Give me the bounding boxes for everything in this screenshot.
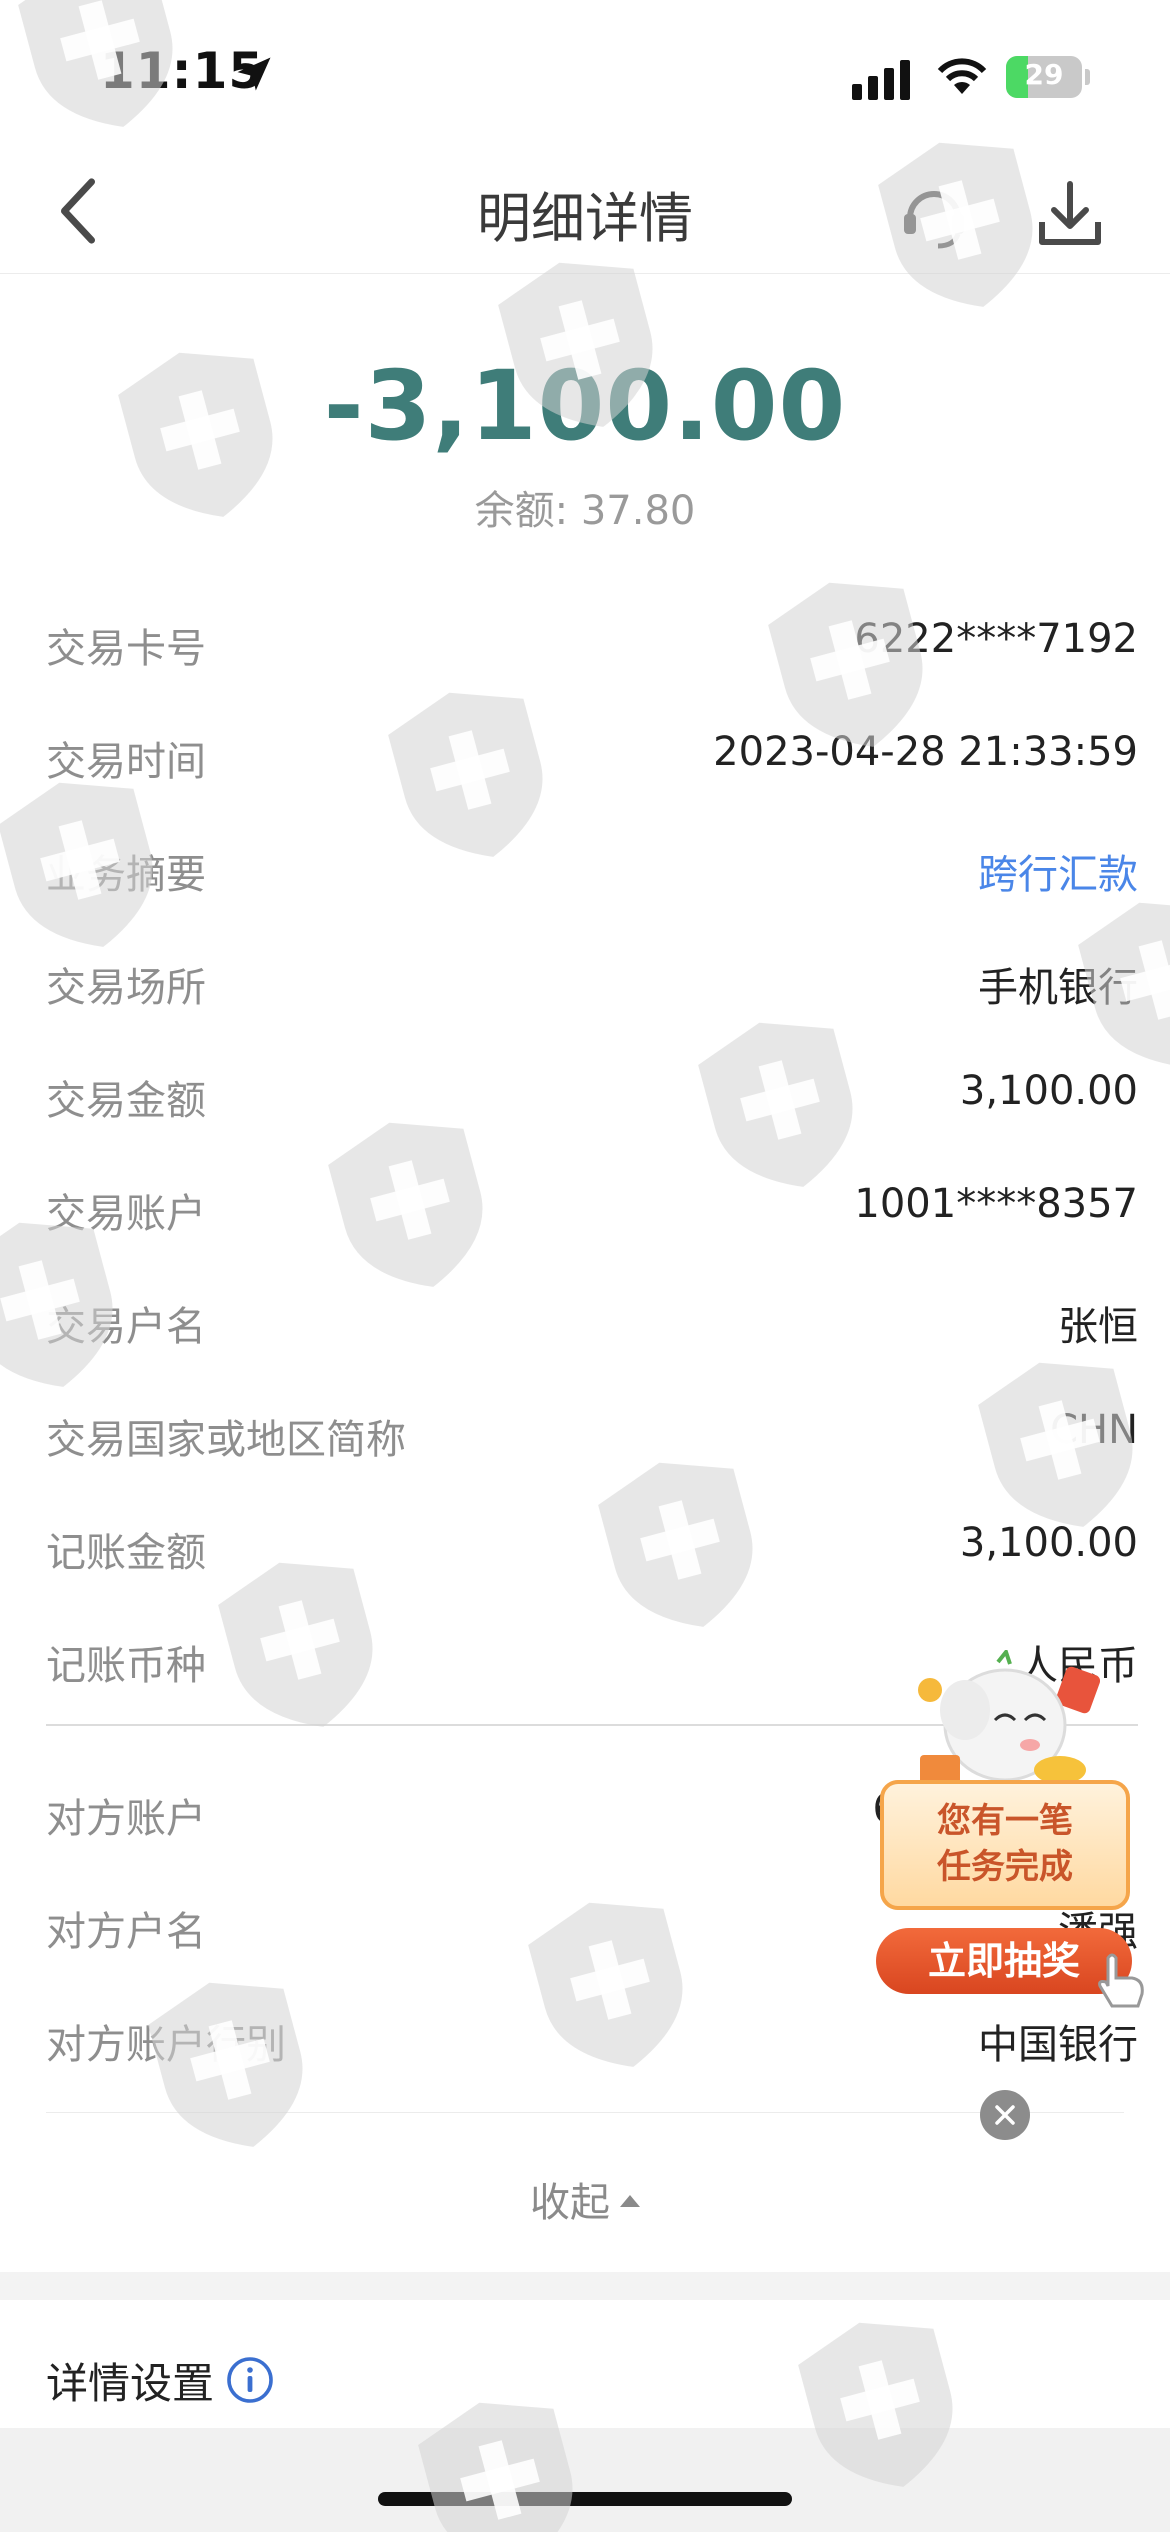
transaction-details: 交易卡号 6222****7192 交易时间 2023-04-28 21:33:… [46,586,1138,1744]
detail-label: 交易场所 [46,965,206,1011]
promo-widget[interactable]: 您有一笔 任务完成 立即抽奖 [860,1650,1160,2020]
detail-row: 交易金额 3,100.00 [46,1038,1138,1151]
detail-value: CHN [1050,1407,1138,1453]
close-icon [995,2105,1015,2125]
bottom-area [0,2428,1170,2532]
elephant-mascot-icon [918,1650,1100,1791]
promo-line-2: 任务完成 [937,1847,1073,1887]
divider [46,2112,1124,2113]
detail-value: 1001****8357 [854,1181,1138,1227]
status-bar: 11:15 29 [0,0,1170,150]
detail-label: 交易国家或地区简称 [46,1417,406,1463]
detail-value: 6222****7192 [854,616,1138,662]
detail-label: 对方账户行别 [46,2022,286,2068]
signal-icon [852,60,910,100]
promo-message: 您有一笔 任务完成 [884,1798,1126,1890]
battery-percent: 29 [1024,58,1064,91]
balance: 余额: 37.80 [0,478,1170,536]
detail-value: 中国银行 [978,2022,1138,2068]
page-title: 明细详情 [477,187,693,250]
detail-label: 交易卡号 [46,626,206,672]
detail-row: 交易账户 1001****8357 [46,1151,1138,1264]
detail-value: 2023-04-28 21:33:59 [713,729,1138,775]
info-icon[interactable] [226,2356,274,2404]
detail-label: 业务摘要 [46,852,206,898]
detail-row: 记账金额 3,100.00 [46,1490,1138,1603]
customer-service-headset-icon[interactable] [894,174,974,254]
pointing-hand-icon [1098,1953,1144,2008]
detail-value: 3,100.00 [959,1520,1138,1566]
detail-label: 交易时间 [46,739,206,785]
detail-row: 交易国家或地区简称 CHN [46,1377,1138,1490]
location-arrow-icon [237,57,271,91]
collapse-label: 收起 [530,2180,610,2226]
detail-row: 业务摘要 跨行汇款 [46,812,1138,925]
wifi-icon [937,58,987,94]
nav-bar: 明细详情 [0,150,1170,274]
detail-value: 张恒 [1058,1304,1138,1350]
detail-value: 3,100.00 [959,1068,1138,1114]
promo-close-button[interactable] [980,2090,1030,2140]
promo-line-1: 您有一笔 [937,1801,1073,1841]
detail-label: 对方户名 [46,1909,206,1955]
caret-up-icon [620,2195,640,2207]
promo-card[interactable]: 您有一笔 任务完成 [880,1780,1130,1910]
detail-label: 记账币种 [46,1643,206,1689]
detail-label: 交易账户 [46,1191,206,1237]
detail-label: 交易金额 [46,1078,206,1124]
battery-icon: 29 [1006,56,1090,98]
transaction-amount: -3,100.00 [323,350,847,462]
detail-row: 交易时间 2023-04-28 21:33:59 [46,699,1138,812]
detail-settings-title: 详情设置 [46,2359,215,2408]
collapse-button[interactable]: 收起 [0,2170,1170,2228]
section-separator [0,2272,1170,2300]
download-icon[interactable] [1030,174,1110,254]
detail-row: 交易卡号 6222****7192 [46,586,1138,699]
detail-label: 交易户名 [46,1304,206,1350]
detail-row: 交易户名 张恒 [46,1264,1138,1377]
home-indicator[interactable] [378,2492,792,2506]
balance-label: 余额: [474,488,569,534]
detail-value: 手机银行 [978,965,1138,1011]
detail-row: 交易场所 手机银行 [46,925,1138,1038]
detail-label: 对方账户 [46,1796,206,1842]
balance-value: 37.80 [580,488,696,534]
detail-label: 记账金额 [46,1530,206,1576]
business-summary-link[interactable]: 跨行汇款 [978,842,1138,900]
